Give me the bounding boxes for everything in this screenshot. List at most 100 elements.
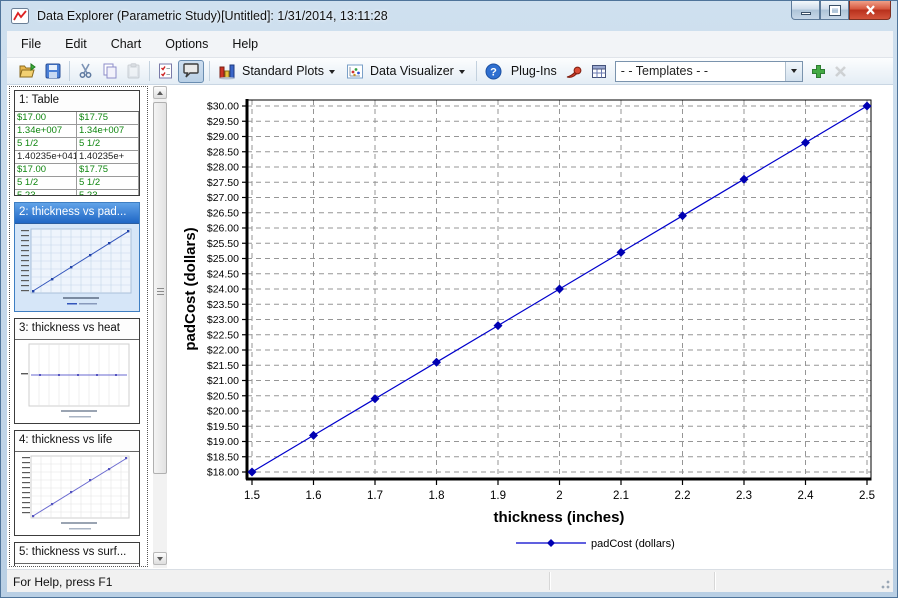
menu-help[interactable]: Help: [222, 33, 268, 55]
app-window: Data Explorer (Parametric Study)[Untitle…: [0, 0, 898, 598]
sidebar-scrollbar[interactable]: [153, 86, 167, 568]
svg-text:padCost (dollars): padCost (dollars): [591, 538, 675, 550]
mini-table-cell: $17.75: [77, 164, 139, 176]
cut-scissors-icon: [78, 63, 94, 79]
title-bar: Data Explorer (Parametric Study)[Untitle…: [1, 1, 897, 31]
maximize-icon: [830, 6, 840, 15]
open-folder-icon: [19, 63, 37, 79]
data-visualizer-button[interactable]: Data Visualizer: [343, 60, 471, 83]
open-button[interactable]: [16, 60, 40, 83]
svg-text:$24.00: $24.00: [207, 284, 239, 296]
data-visualizer-icon: [346, 63, 365, 80]
mini-table-cell: 1.34e+007: [15, 125, 77, 137]
mini-table: $17.00$17.751.34e+0071.34e+0075 1/25 1/2…: [15, 112, 139, 195]
scroll-up-button[interactable]: [153, 86, 167, 99]
toolbar: Standard Plots Data Visualizer ? Plug-In…: [7, 58, 893, 85]
thumbnail-thickness-vs-surface[interactable]: 5: thickness vs surf...: [14, 542, 140, 567]
svg-text:$21.00: $21.00: [207, 375, 239, 387]
thumbnail-label: 5: thickness vs surf...: [15, 543, 139, 564]
close-button[interactable]: [849, 1, 891, 20]
menu-edit[interactable]: Edit: [55, 33, 97, 55]
copy-button[interactable]: [99, 60, 121, 83]
svg-text:$22.00: $22.00: [207, 345, 239, 357]
mini-table-cell: 5.23: [77, 190, 139, 195]
templates-value: - - Templates - -: [616, 64, 708, 78]
svg-text:$27.00: $27.00: [207, 192, 239, 204]
svg-text:$20.50: $20.50: [207, 390, 239, 402]
add-template-button[interactable]: [808, 60, 829, 83]
minimize-button[interactable]: [791, 1, 820, 20]
mini-table-cell: 5 1/2: [15, 177, 77, 189]
menu-options[interactable]: Options: [155, 33, 218, 55]
scrollbar-thumb[interactable]: [153, 102, 167, 474]
svg-text:2.3: 2.3: [736, 490, 752, 502]
chevron-down-icon: [459, 70, 465, 74]
svg-text:$27.50: $27.50: [207, 177, 239, 189]
annotation-bubble-button[interactable]: [178, 60, 204, 83]
mini-table-cell: 1.40235e+041: [15, 151, 77, 163]
mini-line-chart: [15, 340, 139, 423]
scroll-down-button[interactable]: [153, 552, 167, 565]
svg-text:2: 2: [556, 490, 562, 502]
templates-dropdown-button[interactable]: [785, 62, 802, 81]
mini-table-cell: $17.00: [15, 112, 77, 124]
svg-text:$23.50: $23.50: [207, 299, 239, 311]
save-button[interactable]: [42, 60, 64, 83]
thumbnail-label: 4: thickness vs life: [15, 431, 139, 452]
help-icon: ?: [485, 63, 502, 80]
save-icon: [45, 63, 61, 79]
checklist-button[interactable]: [155, 60, 176, 83]
chart-canvas[interactable]: $18.00$18.50$19.00$19.50$20.00$20.50$21.…: [167, 85, 893, 569]
menu-chart[interactable]: Chart: [101, 33, 152, 55]
mini-table-row: 1.34e+0071.34e+007: [15, 125, 139, 138]
svg-text:?: ?: [490, 66, 497, 78]
menu-file[interactable]: File: [11, 33, 51, 55]
svg-text:$26.50: $26.50: [207, 207, 239, 219]
thumbnail-table[interactable]: 1: Table $17.00$17.751.34e+0071.34e+0075…: [14, 90, 140, 196]
toolbar-separator: [69, 61, 70, 81]
copy-icon: [102, 63, 118, 79]
svg-text:$29.00: $29.00: [207, 131, 239, 143]
maximize-button[interactable]: [820, 1, 849, 20]
mini-table-row: 5 1/25 1/2: [15, 177, 139, 190]
cut-button[interactable]: [75, 60, 97, 83]
paste-button[interactable]: [123, 60, 144, 83]
svg-text:1.6: 1.6: [306, 490, 322, 502]
grid-window-icon: [591, 64, 607, 79]
data-visualizer-label: Data Visualizer: [370, 64, 454, 78]
svg-text:$18.50: $18.50: [207, 451, 239, 463]
thumbnail-label: 2: thickness vs pad...: [15, 203, 139, 224]
svg-text:$29.50: $29.50: [207, 116, 239, 128]
templates-dropdown[interactable]: - - Templates - -: [615, 61, 803, 82]
svg-text:$25.00: $25.00: [207, 253, 239, 265]
svg-text:$28.50: $28.50: [207, 146, 239, 158]
thumbnail-thickness-vs-heat[interactable]: 3: thickness vs heat: [14, 318, 140, 424]
help-button[interactable]: ?: [482, 60, 505, 83]
thumbnail-label: 3: thickness vs heat: [15, 319, 139, 340]
svg-text:$21.50: $21.50: [207, 360, 239, 372]
toolbar-separator: [209, 61, 210, 81]
mini-table-row: 1.40235e+0411.40235e+: [15, 151, 139, 164]
mini-table-row: 5 1/25 1/2: [15, 138, 139, 151]
plugin-grid-button[interactable]: [588, 60, 610, 83]
mini-table-row: $17.00$17.75: [15, 112, 139, 125]
menu-bar: File Edit Chart Options Help: [7, 31, 893, 58]
svg-text:$25.50: $25.50: [207, 238, 239, 250]
plus-icon: [811, 64, 826, 79]
thumbnail-thickness-vs-padcost[interactable]: 2: thickness vs pad...: [14, 202, 140, 312]
mini-line-chart: [15, 564, 139, 567]
mini-table-cell: 5 1/2: [77, 138, 139, 150]
delete-template-button[interactable]: [831, 60, 850, 83]
svg-text:2.5: 2.5: [859, 490, 875, 502]
plugin-comet-button[interactable]: [562, 60, 586, 83]
toolbar-separator: [476, 61, 477, 81]
chart-view: $18.00$18.50$19.00$19.50$20.00$20.50$21.…: [167, 85, 893, 569]
svg-text:2.4: 2.4: [798, 490, 815, 502]
thumbnail-thickness-vs-life[interactable]: 4: thickness vs life: [14, 430, 140, 536]
resize-grip[interactable]: [878, 577, 891, 590]
scrollbar-grip: [157, 288, 164, 296]
svg-text:1.7: 1.7: [367, 490, 383, 502]
standard-plots-button[interactable]: Standard Plots: [215, 60, 341, 83]
svg-text:1.5: 1.5: [244, 490, 260, 502]
close-icon: [865, 5, 876, 15]
